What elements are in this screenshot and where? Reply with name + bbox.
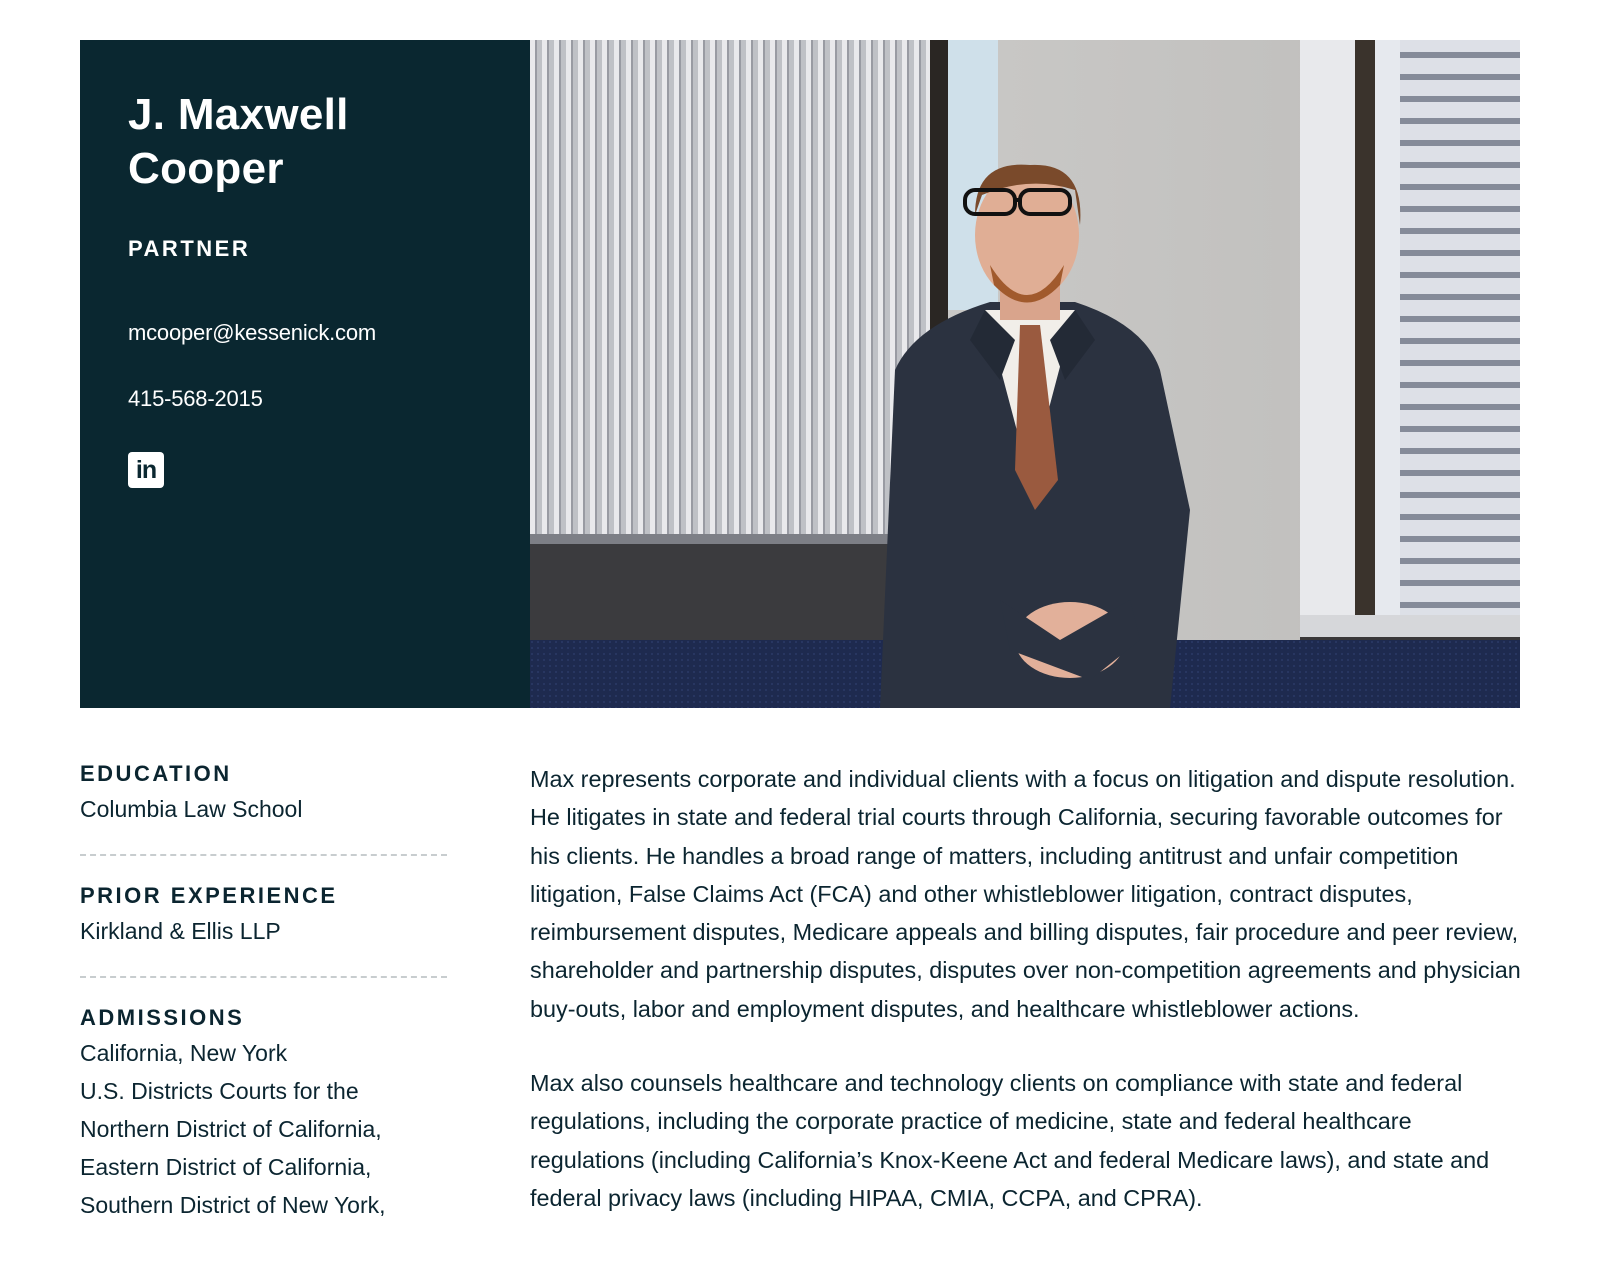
admissions-line: U.S. Districts Courts for the bbox=[80, 1078, 359, 1104]
education-section: EDUCATION Columbia Law School bbox=[80, 760, 447, 856]
admissions-line: Northern District of California, bbox=[80, 1116, 382, 1142]
admissions-section: ADMISSIONS California, New York U.S. Dis… bbox=[80, 1004, 447, 1250]
experience-section: PRIOR EXPERIENCE Kirkland & Ellis LLP bbox=[80, 882, 447, 978]
name-line-2: Cooper bbox=[128, 144, 284, 193]
attorney-name: J. Maxwell Cooper bbox=[128, 88, 428, 196]
experience-value: Kirkland & Ellis LLP bbox=[80, 918, 281, 944]
attorney-photo bbox=[530, 40, 1520, 708]
experience-heading: PRIOR EXPERIENCE bbox=[80, 883, 338, 908]
admissions-line: California, New York bbox=[80, 1040, 288, 1066]
attorney-sidebar: EDUCATION Columbia Law School PRIOR EXPE… bbox=[80, 760, 447, 1276]
linkedin-icon[interactable]: in bbox=[128, 452, 164, 488]
attorney-bio: Max represents corporate and individual … bbox=[530, 760, 1525, 1253]
profile-hero: J. Maxwell Cooper PARTNER mcooper@kessen… bbox=[80, 40, 1520, 708]
contact-info: mcooper@kessenick.com 415-568-2015 bbox=[128, 320, 482, 412]
attorney-title: PARTNER bbox=[128, 236, 251, 261]
education-heading: EDUCATION bbox=[80, 761, 232, 786]
name-line-1: J. Maxwell bbox=[128, 90, 349, 139]
profile-panel: J. Maxwell Cooper PARTNER mcooper@kessen… bbox=[80, 40, 530, 708]
phone-link[interactable]: 415-568-2015 bbox=[128, 386, 482, 412]
education-value: Columbia Law School bbox=[80, 796, 303, 822]
bio-paragraph-2: Max also counsels healthcare and technol… bbox=[530, 1070, 1490, 1211]
admissions-heading: ADMISSIONS bbox=[80, 1005, 245, 1030]
admissions-line: Eastern District of California, bbox=[80, 1154, 372, 1180]
email-link[interactable]: mcooper@kessenick.com bbox=[128, 320, 482, 346]
admissions-line: Southern District of New York, bbox=[80, 1192, 386, 1218]
bio-paragraph-1: Max represents corporate and individual … bbox=[530, 766, 1521, 1022]
